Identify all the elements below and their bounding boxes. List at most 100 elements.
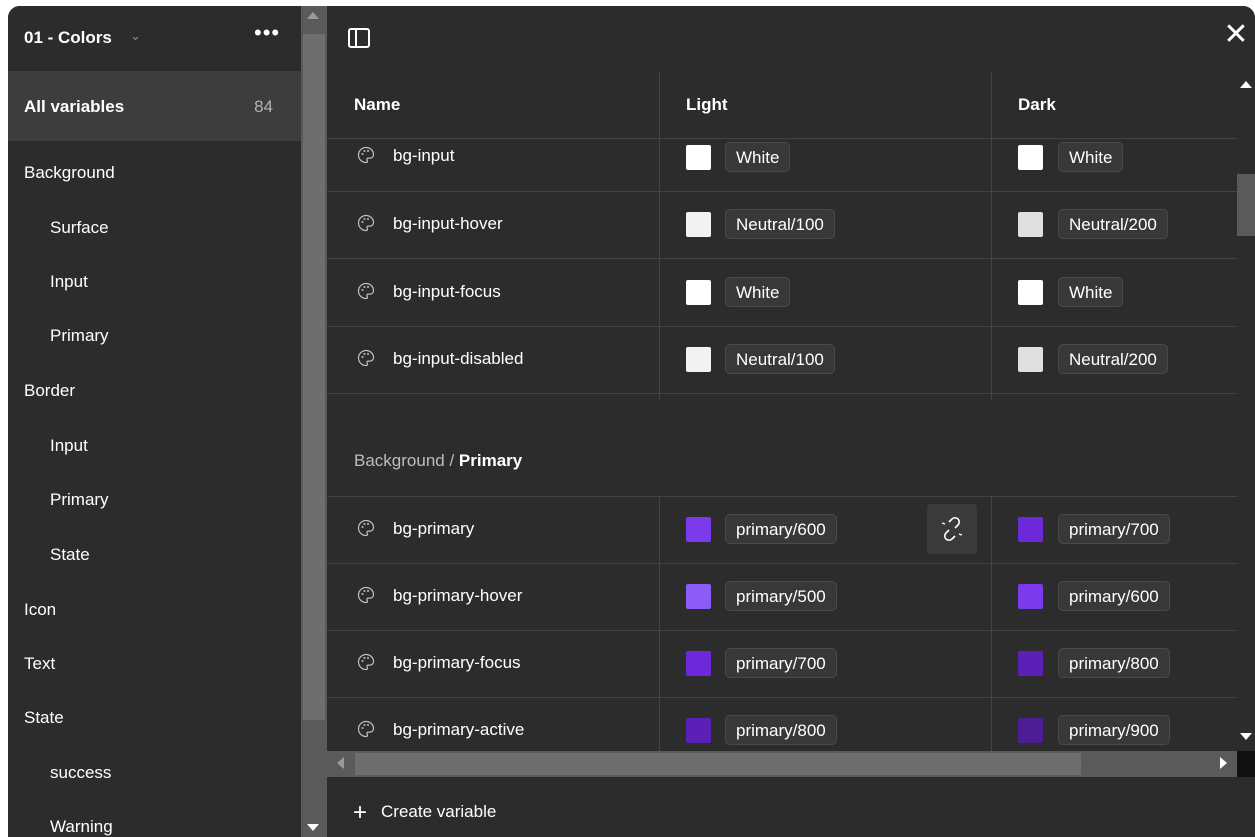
sidebar-item-background[interactable]: Background	[24, 158, 115, 188]
table-header: Name Light Dark	[327, 71, 1237, 139]
dark-swatch[interactable]	[1018, 145, 1043, 170]
horizontal-scroll-thumb[interactable]	[355, 753, 1081, 775]
table-row[interactable]: bg-input-disabled Neutral/100 Neutral/200	[327, 326, 1237, 394]
sidebar-scrollbar[interactable]	[301, 6, 327, 837]
scroll-down-arrow[interactable]	[307, 824, 319, 831]
light-value-chip[interactable]: primary/500	[725, 581, 837, 611]
chevron-down-icon[interactable]: ⌄	[130, 28, 141, 44]
variable-name[interactable]: bg-primary-focus	[393, 653, 521, 673]
dark-value-chip[interactable]: primary/600	[1058, 581, 1170, 611]
create-variable-button[interactable]: + Create variable	[353, 799, 496, 827]
sidebar-item-border[interactable]: Border	[24, 376, 75, 406]
header-dark[interactable]: Dark	[1018, 71, 1056, 138]
light-swatch[interactable]	[686, 517, 711, 542]
scroll-down-arrow[interactable]	[1240, 733, 1252, 740]
table-row[interactable]: bg-primary-focus primary/700 primary/800	[327, 630, 1237, 698]
toolbar: ✕	[327, 6, 1255, 71]
table-scroll-thumb[interactable]	[1237, 174, 1255, 236]
dark-value-chip[interactable]: White	[1058, 277, 1124, 307]
dark-swatch[interactable]	[1018, 212, 1043, 237]
close-icon[interactable]: ✕	[1221, 20, 1251, 50]
light-value-chip[interactable]: Neutral/100	[725, 209, 835, 239]
collection-title[interactable]: 01 - Colors	[24, 28, 112, 48]
sidebar-item-input[interactable]: Input	[50, 267, 88, 297]
light-value-chip[interactable]: primary/700	[725, 648, 837, 678]
scroll-up-arrow[interactable]	[1240, 81, 1252, 88]
dark-swatch[interactable]	[1018, 280, 1043, 305]
dark-value-chip[interactable]: primary/900	[1058, 715, 1170, 745]
light-swatch[interactable]	[686, 651, 711, 676]
sidebar-item-primary[interactable]: Primary	[50, 321, 109, 351]
light-value-chip[interactable]: primary/600	[725, 514, 837, 544]
light-swatch[interactable]	[686, 718, 711, 743]
light-value-chip[interactable]: primary/800	[725, 715, 837, 745]
light-swatch[interactable]	[686, 584, 711, 609]
table-row[interactable]: bg-primary primary/600 primary/700	[327, 496, 1237, 564]
sidebar-scroll-thumb[interactable]	[303, 34, 325, 720]
sidebar-item-text[interactable]: Text	[24, 649, 55, 679]
light-swatch[interactable]	[686, 280, 711, 305]
light-swatch[interactable]	[686, 212, 711, 237]
dark-swatch[interactable]	[1018, 517, 1043, 542]
variable-name[interactable]: bg-input-hover	[393, 214, 503, 234]
sidebar: 01 - Colors ⌄ ••• All variables 84 Backg…	[8, 6, 301, 837]
group-parent: Background /	[354, 451, 455, 470]
variable-name[interactable]: bg-input	[393, 146, 454, 166]
palette-icon	[357, 653, 375, 671]
group-header: Background / Primary	[327, 401, 1237, 497]
light-value-chip[interactable]: White	[725, 142, 791, 172]
sidebar-item-state[interactable]: State	[24, 703, 64, 733]
light-swatch[interactable]	[686, 347, 711, 372]
main-panel: ✕ Name Light Dark bg-input White White bg-i…	[327, 6, 1255, 837]
palette-icon	[357, 519, 375, 537]
dark-value-chip[interactable]: Neutral/200	[1058, 209, 1168, 239]
variable-name[interactable]: bg-primary-active	[393, 720, 524, 740]
light-value-chip[interactable]: Neutral/100	[725, 344, 835, 374]
light-value-chip[interactable]: White	[725, 277, 791, 307]
variable-name[interactable]: bg-input-focus	[393, 282, 501, 302]
light-swatch[interactable]	[686, 145, 711, 170]
scroll-left-arrow[interactable]	[337, 757, 344, 769]
group-child: Primary	[458, 451, 523, 470]
dark-value-chip[interactable]: White	[1058, 142, 1124, 172]
group-path: Background / Primary	[354, 451, 522, 471]
sidebar-item-surface[interactable]: Surface	[50, 213, 109, 243]
sidebar-item-success[interactable]: success	[50, 758, 111, 788]
scroll-up-arrow[interactable]	[307, 12, 319, 19]
sidebar-item-border-state[interactable]: State	[50, 540, 90, 570]
unlink-icon	[941, 516, 963, 542]
dark-swatch[interactable]	[1018, 718, 1043, 743]
palette-icon	[357, 214, 375, 232]
dark-swatch[interactable]	[1018, 651, 1043, 676]
header-name[interactable]: Name	[354, 71, 400, 138]
dark-swatch[interactable]	[1018, 584, 1043, 609]
dark-value-chip[interactable]: primary/700	[1058, 514, 1170, 544]
sidebar-item-warning[interactable]: Warning	[50, 812, 113, 837]
table-row[interactable]: bg-primary-hover primary/500 primary/600	[327, 563, 1237, 631]
all-variables-label: All variables	[24, 97, 125, 116]
variable-name[interactable]: bg-primary-hover	[393, 586, 522, 606]
table-row[interactable]: bg-primary-active primary/800 primary/900	[327, 697, 1237, 751]
variables-count: 84	[254, 97, 273, 116]
table-row[interactable]: bg-input-focus White White	[327, 259, 1237, 327]
sidebar-item-icon[interactable]: Icon	[24, 595, 56, 625]
dark-value-chip[interactable]: primary/800	[1058, 648, 1170, 678]
header-light[interactable]: Light	[686, 71, 728, 138]
table-vertical-scrollbar[interactable]	[1237, 71, 1255, 751]
sidebar-item-border-input[interactable]: Input	[50, 431, 88, 461]
dark-value-chip[interactable]: Neutral/200	[1058, 344, 1168, 374]
all-variables-item[interactable]: All variables 84	[8, 71, 301, 141]
variable-name[interactable]: bg-primary	[393, 519, 474, 539]
unlink-button[interactable]	[927, 504, 977, 554]
table-row[interactable]: bg-input-hover Neutral/100 Neutral/200	[327, 191, 1237, 259]
scroll-right-arrow[interactable]	[1220, 757, 1227, 769]
variable-name[interactable]: bg-input-disabled	[393, 349, 523, 369]
palette-icon	[357, 349, 375, 367]
dark-swatch[interactable]	[1018, 347, 1043, 372]
table-row[interactable]: bg-input White White	[327, 138, 1237, 192]
palette-icon	[357, 146, 375, 164]
sidebar-item-border-primary[interactable]: Primary	[50, 485, 109, 515]
table-horizontal-scrollbar[interactable]	[327, 751, 1237, 777]
more-icon[interactable]: •••	[254, 20, 280, 46]
sidebar-toggle-icon[interactable]	[348, 28, 370, 48]
